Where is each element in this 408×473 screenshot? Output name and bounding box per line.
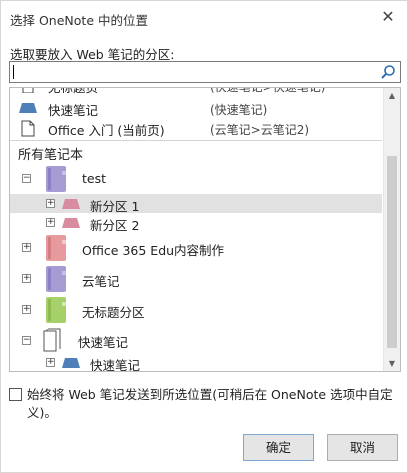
notebook-row-quick[interactable]: − 快速笔记 <box>10 327 382 353</box>
collapse-toggle[interactable]: − <box>22 336 31 345</box>
search-field[interactable] <box>9 61 401 83</box>
expand-toggle[interactable]: + <box>22 274 31 283</box>
always-send-checkbox[interactable] <box>9 388 22 401</box>
notebook-label: Office 365 Edu内容制作 <box>82 243 225 258</box>
expand-toggle[interactable]: + <box>22 305 31 314</box>
ok-button[interactable]: 确定 <box>243 434 314 461</box>
section-row[interactable]: + 新分区 2 <box>10 213 382 233</box>
section-icon <box>62 199 80 209</box>
text-caret <box>13 65 14 79</box>
notebook-row-test[interactable]: − test <box>10 164 382 194</box>
notebook-row-office365[interactable]: + Office 365 Edu内容制作 <box>10 233 382 263</box>
page-icon <box>21 120 35 137</box>
section-label: 快速笔记 <box>90 358 141 372</box>
notebook-icon <box>46 235 66 261</box>
cancel-button[interactable]: 取消 <box>327 434 398 461</box>
notebook-icon <box>46 297 66 323</box>
notebook-label: test <box>82 171 107 186</box>
scroll-up-arrow[interactable]: ▲ <box>384 88 400 103</box>
window-title: 选择 OneNote 中的位置 <box>10 13 148 28</box>
section-row[interactable]: + 快速笔记 <box>10 353 382 372</box>
recent-item-path: (快速笔记) <box>210 103 268 117</box>
notebook-icon <box>46 266 66 292</box>
location-tree[interactable]: 无标题页 (快速笔记>快速笔记) 快速笔记 (快速笔记) Office 入门 (… <box>9 87 401 372</box>
recent-item[interactable]: 快速笔记 (快速笔记) <box>10 99 382 118</box>
notebook-row-untitled[interactable]: + 无标题分区 <box>10 295 382 325</box>
search-icon[interactable] <box>380 64 396 80</box>
recent-item[interactable]: 无标题页 (快速笔记>快速笔记) <box>10 87 382 97</box>
expand-toggle[interactable]: + <box>22 243 31 252</box>
recent-item-label: 无标题页 <box>48 87 99 95</box>
section-icon <box>62 218 80 228</box>
notebook-row-cloud[interactable]: + 云笔记 <box>10 264 382 294</box>
section-icon <box>19 103 37 113</box>
expand-toggle[interactable]: + <box>46 358 55 367</box>
scroll-thumb[interactable] <box>387 156 397 348</box>
recent-item-label: 快速笔记 <box>48 103 99 118</box>
scroll-down-arrow[interactable]: ▼ <box>384 356 400 371</box>
close-button[interactable]: ✕ <box>377 6 399 28</box>
recent-item-path: (云笔记>云笔记2) <box>210 123 310 137</box>
notebook-icon <box>46 166 66 192</box>
expand-toggle[interactable]: + <box>46 199 55 208</box>
divider <box>10 140 382 141</box>
notebook-label: 快速笔记 <box>78 335 129 350</box>
page-icon <box>22 88 34 93</box>
title-bar: 选择 OneNote 中的位置 ✕ <box>1 1 407 35</box>
recent-item-path: (快速笔记>快速笔记) <box>210 87 326 94</box>
notebook-label: 云笔记 <box>82 274 120 289</box>
section-row[interactable]: + 新分区 1 <box>10 194 382 214</box>
vertical-scrollbar[interactable]: ▲ ▼ <box>383 88 400 371</box>
search-input[interactable] <box>14 63 374 81</box>
section-label: 新分区 2 <box>90 218 140 233</box>
notebook-label: 无标题分区 <box>82 305 145 320</box>
quick-notes-icon <box>43 328 61 352</box>
recent-item[interactable]: Office 入门 (当前页) (云笔记>云笔记2) <box>10 118 382 138</box>
always-send-label: 始终将 Web 笔记发送到所选位置(可稍后在 OneNote 选项中自定义)。 <box>27 387 393 420</box>
recent-item-label: Office 入门 (当前页) <box>48 123 165 138</box>
collapse-toggle[interactable]: − <box>22 174 31 183</box>
expand-toggle[interactable]: + <box>46 218 55 227</box>
dialog-window: 选择 OneNote 中的位置 ✕ 选取要放入 Web 笔记的分区: 无标题页 … <box>0 0 408 473</box>
section-icon <box>62 358 80 368</box>
all-notebooks-header: 所有笔记本 <box>18 148 84 163</box>
